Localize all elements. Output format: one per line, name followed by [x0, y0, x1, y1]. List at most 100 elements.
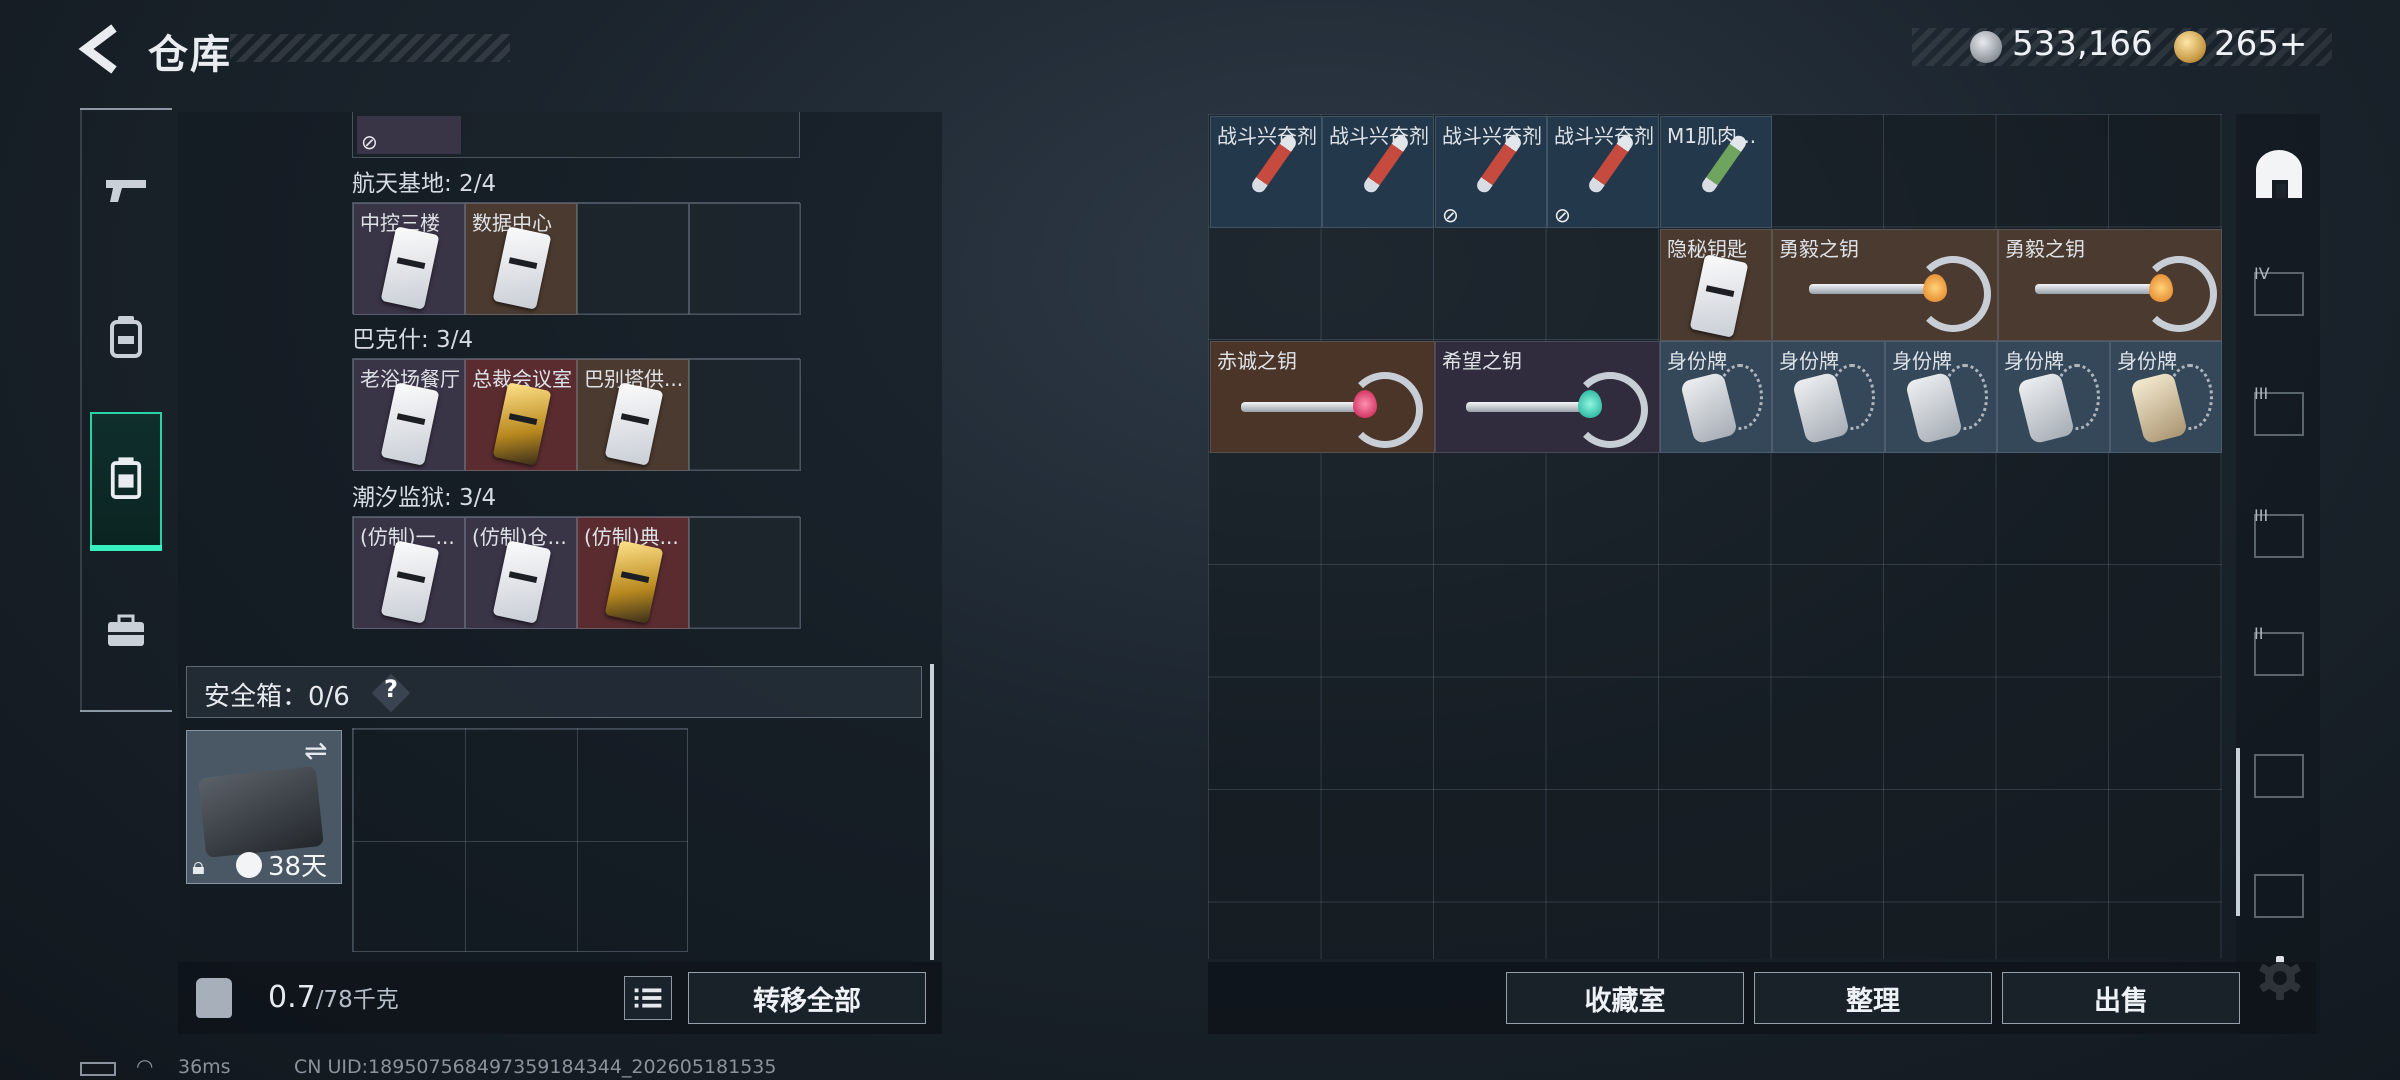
- empty-slot[interactable]: [689, 203, 801, 315]
- item-slot[interactable]: 战斗兴奋剂: [1210, 116, 1322, 228]
- empty-slot[interactable]: [689, 359, 801, 471]
- empty-slot[interactable]: [689, 517, 801, 629]
- keycard-icon: [380, 382, 440, 466]
- key-row: 老浴场餐厅 总裁会议室 巴别塔供...: [352, 358, 801, 471]
- weight-readout: 0.7/78千克: [268, 980, 399, 1015]
- item-label: 身份牌: [1892, 349, 1952, 373]
- scrollbar[interactable]: [2236, 748, 2240, 916]
- key-slot[interactable]: 勇毅之钥: [1772, 229, 1998, 341]
- item-slot[interactable]: 战斗兴奋剂 ⊘: [1547, 116, 1659, 228]
- rack-icon[interactable]: III: [2254, 384, 2304, 436]
- item-slot[interactable]: 身份牌: [1772, 341, 1885, 453]
- back-arrow-icon[interactable]: [78, 24, 122, 74]
- keycard-icon: [604, 382, 664, 466]
- keycard-icon: [492, 382, 552, 466]
- tab-level: III: [2254, 384, 2269, 403]
- sort-button[interactable]: 整理: [1754, 972, 1992, 1024]
- item-label: 战斗兴奋剂: [1442, 124, 1542, 148]
- key-slot[interactable]: 希望之钥: [1435, 341, 1660, 453]
- folder-icon[interactable]: IV: [2254, 264, 2304, 316]
- nav-tools[interactable]: [90, 570, 162, 690]
- item-slot[interactable]: 战斗兴奋剂 ⊘: [1435, 116, 1547, 228]
- keycard-icon: [604, 540, 664, 624]
- item-slot[interactable]: 隐秘钥匙: [1660, 229, 1772, 341]
- item-slot[interactable]: 身份牌: [2110, 341, 2222, 453]
- keycard-slot[interactable]: 数据中心: [465, 203, 577, 315]
- container-icon: [110, 457, 142, 499]
- item-slot[interactable]: 身份牌: [1997, 341, 2110, 453]
- weight-max: /78千克: [315, 987, 399, 1013]
- rack-icon[interactable]: II: [2254, 624, 2304, 676]
- keycard-slot[interactable]: 中控三楼: [353, 203, 465, 315]
- uid-readout: CN UID:189507568497359184344_20260518153…: [294, 1056, 777, 1078]
- group-title: 航天基地: 2/4: [352, 171, 497, 197]
- item-slot[interactable]: 战斗兴奋剂: [1322, 116, 1434, 228]
- partial-slot[interactable]: ⊘: [357, 116, 461, 154]
- item-label: M1肌肉...: [1667, 124, 1757, 148]
- ping-readout: 36ms: [178, 1056, 231, 1078]
- clock-icon: [236, 852, 262, 878]
- item-label: 赤诚之钥: [1217, 349, 1297, 373]
- item-slot[interactable]: 身份牌: [1660, 341, 1772, 453]
- crate-icon[interactable]: III: [2254, 506, 2304, 558]
- page-title: 仓库: [148, 32, 232, 78]
- weight-bag-icon: [196, 978, 232, 1018]
- battery-icon: [80, 1062, 116, 1076]
- nav-divider-top: [80, 108, 172, 110]
- keycard-icon: [380, 226, 440, 310]
- transfer-all-button[interactable]: 转移全部: [688, 972, 926, 1024]
- key-slot[interactable]: 赤诚之钥: [1210, 341, 1435, 453]
- gold-coin-icon: [2174, 31, 2206, 63]
- item-label: 战斗兴奋剂: [1554, 124, 1654, 148]
- nav-containers[interactable]: [90, 412, 162, 550]
- wifi-icon: ◠: [136, 1054, 154, 1078]
- item-label: 身份牌: [1667, 349, 1727, 373]
- crate-icon[interactable]: [2254, 874, 2304, 918]
- keycard-slot[interactable]: 老浴场餐厅: [353, 359, 465, 471]
- nav-divider-bottom: [80, 710, 172, 712]
- nav-active-indicator: [90, 545, 162, 551]
- keycard-slot[interactable]: (仿制)一...: [353, 517, 465, 629]
- item-label: 身份牌: [1779, 349, 1839, 373]
- list-view-button[interactable]: [624, 976, 672, 1020]
- crate-icon[interactable]: [2254, 754, 2304, 798]
- item-label: 战斗兴奋剂: [1329, 124, 1429, 148]
- key-slot[interactable]: 勇毅之钥: [1998, 229, 2222, 341]
- toolbox-icon: [108, 614, 144, 646]
- group-title: 巴克什: 3/4: [352, 327, 474, 353]
- no-link-icon: ⊘: [1554, 203, 1571, 227]
- tab-level: II: [2254, 624, 2264, 643]
- keycard-slot[interactable]: 总裁会议室: [465, 359, 577, 471]
- partial-row: ⊘: [352, 112, 800, 158]
- item-label: 身份牌: [2004, 349, 2064, 373]
- gold-plus[interactable]: +: [2279, 24, 2308, 64]
- item-slot[interactable]: M1肌肉...: [1660, 116, 1772, 228]
- item-slot[interactable]: 身份牌: [1885, 341, 1997, 453]
- gun-icon: [106, 180, 146, 202]
- swap-icon[interactable]: ⇌: [304, 734, 327, 767]
- title-stripe: [230, 34, 510, 62]
- case-duration: 38天: [268, 852, 328, 882]
- safe-box-grid[interactable]: [352, 728, 688, 952]
- silver-coin-icon: [1970, 31, 2002, 63]
- empty-slot[interactable]: [577, 203, 689, 315]
- weight-current: 0.7: [268, 980, 316, 1015]
- lock-icon: 🔒︎: [192, 852, 205, 880]
- tab-level: IV: [2254, 264, 2270, 283]
- no-link-icon: ⊘: [1442, 203, 1459, 227]
- group-title: 潮汐监狱: 3/4: [352, 485, 497, 511]
- nav-gear[interactable]: [90, 278, 162, 398]
- nav-rail: [80, 110, 82, 710]
- sell-button[interactable]: 出售: [2002, 972, 2240, 1024]
- scrollbar[interactable]: [930, 664, 934, 960]
- home-icon[interactable]: [2250, 146, 2308, 204]
- keycard-slot[interactable]: (仿制)典...: [577, 517, 689, 629]
- help-icon-glyph: ?: [384, 675, 398, 703]
- keycard-slot[interactable]: 巴别塔供...: [577, 359, 689, 471]
- nav-weapons[interactable]: [90, 128, 162, 248]
- collection-button[interactable]: 收藏室: [1506, 972, 1744, 1024]
- keycard-slot[interactable]: (仿制)仓...: [465, 517, 577, 629]
- item-label: 勇毅之钥: [2005, 237, 2085, 261]
- briefcase-icon: [198, 766, 324, 858]
- gold-amount[interactable]: 265+: [2214, 24, 2307, 64]
